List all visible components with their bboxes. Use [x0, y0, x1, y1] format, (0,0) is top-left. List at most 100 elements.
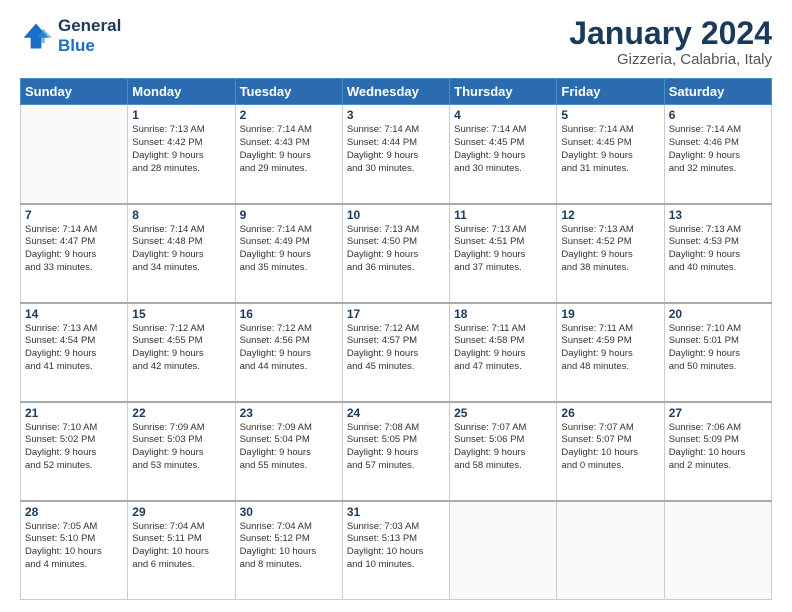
day-info: Sunrise: 7:04 AM Sunset: 5:11 PM Dayligh… [132, 521, 230, 572]
calendar-cell: 11 Sunrise: 7:13 AM Sunset: 4:51 PM Dayli… [450, 204, 557, 303]
day-number: 6 [669, 108, 767, 122]
col-wednesday: Wednesday [342, 79, 449, 105]
calendar-cell: 14 Sunrise: 7:13 AM Sunset: 4:54 PM Dayli… [21, 303, 128, 402]
day-number: 23 [240, 406, 338, 420]
day-number: 26 [561, 406, 659, 420]
calendar-cell: 4 Sunrise: 7:14 AM Sunset: 4:45 PM Daylig… [450, 105, 557, 204]
calendar-cell: 30 Sunrise: 7:04 AM Sunset: 5:12 PM Dayli… [235, 501, 342, 600]
day-info: Sunrise: 7:14 AM Sunset: 4:44 PM Dayligh… [347, 124, 445, 175]
day-number: 19 [561, 307, 659, 321]
day-number: 22 [132, 406, 230, 420]
day-number: 2 [240, 108, 338, 122]
calendar-cell: 22Sunrise: 7:09 AM Sunset: 5:03 PM Dayli… [128, 402, 235, 501]
day-number: 5 [561, 108, 659, 122]
day-number: 16 [240, 307, 338, 321]
day-info: Sunrise: 7:05 AM Sunset: 5:10 PM Dayligh… [25, 521, 123, 572]
day-info: Sunrise: 7:08 AM Sunset: 5:05 PM Dayligh… [347, 422, 445, 473]
logo: General Blue [20, 16, 121, 55]
col-saturday: Saturday [664, 79, 771, 105]
day-info: Sunrise: 7:06 AM Sunset: 5:09 PM Dayligh… [669, 422, 767, 473]
day-number: 11 [454, 208, 552, 222]
day-number: 31 [347, 505, 445, 519]
day-info: Sunrise: 7:12 AM Sunset: 4:57 PM Dayligh… [347, 323, 445, 374]
title-block: January 2024 Gizzeria, Calabria, Italy [569, 16, 772, 68]
day-info: Sunrise: 7:14 AM Sunset: 4:43 PM Dayligh… [240, 124, 338, 175]
day-info: Sunrise: 7:13 AM Sunset: 4:53 PM Dayligh… [669, 224, 767, 275]
day-info: Sunrise: 7:13 AM Sunset: 4:52 PM Dayligh… [561, 224, 659, 275]
calendar-cell: 10 Sunrise: 7:13 AM Sunset: 4:50 PM Dayli… [342, 204, 449, 303]
calendar-cell: 7Sunrise: 7:14 AM Sunset: 4:47 PM Daylig… [21, 204, 128, 303]
day-number: 8 [132, 208, 230, 222]
day-number: 28 [25, 505, 123, 519]
calendar-cell: 9 Sunrise: 7:14 AM Sunset: 4:49 PM Daylig… [235, 204, 342, 303]
calendar-cell: 29 Sunrise: 7:04 AM Sunset: 5:11 PM Dayli… [128, 501, 235, 600]
day-number: 9 [240, 208, 338, 222]
day-number: 30 [240, 505, 338, 519]
page: General Blue January 2024 Gizzeria, Cala… [0, 0, 792, 612]
calendar-week-row-2: 7Sunrise: 7:14 AM Sunset: 4:47 PM Daylig… [21, 204, 772, 303]
col-friday: Friday [557, 79, 664, 105]
day-number: 13 [669, 208, 767, 222]
day-info: Sunrise: 7:13 AM Sunset: 4:54 PM Dayligh… [25, 323, 123, 374]
col-thursday: Thursday [450, 79, 557, 105]
day-info: Sunrise: 7:12 AM Sunset: 4:55 PM Dayligh… [132, 323, 230, 374]
day-number: 29 [132, 505, 230, 519]
day-number: 27 [669, 406, 767, 420]
subtitle: Gizzeria, Calabria, Italy [569, 51, 772, 68]
calendar-cell: 17 Sunrise: 7:12 AM Sunset: 4:57 PM Dayli… [342, 303, 449, 402]
day-info: Sunrise: 7:04 AM Sunset: 5:12 PM Dayligh… [240, 521, 338, 572]
day-number: 12 [561, 208, 659, 222]
calendar-cell: 1 Sunrise: 7:13 AM Sunset: 4:42 PM Daylig… [128, 105, 235, 204]
day-number: 18 [454, 307, 552, 321]
calendar-cell [664, 501, 771, 600]
day-number: 24 [347, 406, 445, 420]
calendar-cell: 12 Sunrise: 7:13 AM Sunset: 4:52 PM Dayli… [557, 204, 664, 303]
day-number: 20 [669, 307, 767, 321]
header: General Blue January 2024 Gizzeria, Cala… [20, 16, 772, 68]
day-number: 10 [347, 208, 445, 222]
day-info: Sunrise: 7:07 AM Sunset: 5:07 PM Dayligh… [561, 422, 659, 473]
calendar-week-row-3: 14 Sunrise: 7:13 AM Sunset: 4:54 PM Dayli… [21, 303, 772, 402]
calendar-cell: 5Sunrise: 7:14 AM Sunset: 4:45 PM Daylig… [557, 105, 664, 204]
calendar-cell: 24 Sunrise: 7:08 AM Sunset: 5:05 PM Dayli… [342, 402, 449, 501]
calendar-cell: 25 Sunrise: 7:07 AM Sunset: 5:06 PM Dayli… [450, 402, 557, 501]
col-sunday: Sunday [21, 79, 128, 105]
calendar-cell: 3Sunrise: 7:14 AM Sunset: 4:44 PM Daylig… [342, 105, 449, 204]
day-number: 17 [347, 307, 445, 321]
day-info: Sunrise: 7:14 AM Sunset: 4:48 PM Dayligh… [132, 224, 230, 275]
day-info: Sunrise: 7:11 AM Sunset: 4:59 PM Dayligh… [561, 323, 659, 374]
day-info: Sunrise: 7:13 AM Sunset: 4:51 PM Dayligh… [454, 224, 552, 275]
day-number: 1 [132, 108, 230, 122]
day-number: 25 [454, 406, 552, 420]
calendar-cell: 20Sunrise: 7:10 AM Sunset: 5:01 PM Dayli… [664, 303, 771, 402]
logo-icon [20, 20, 52, 52]
day-info: Sunrise: 7:14 AM Sunset: 4:45 PM Dayligh… [454, 124, 552, 175]
calendar-cell: 31Sunrise: 7:03 AM Sunset: 5:13 PM Dayli… [342, 501, 449, 600]
calendar-cell: 26 Sunrise: 7:07 AM Sunset: 5:07 PM Dayli… [557, 402, 664, 501]
day-info: Sunrise: 7:13 AM Sunset: 4:42 PM Dayligh… [132, 124, 230, 175]
calendar-table: Sunday Monday Tuesday Wednesday Thursday… [20, 78, 772, 600]
calendar-cell: 15 Sunrise: 7:12 AM Sunset: 4:55 PM Dayli… [128, 303, 235, 402]
calendar-cell: 21Sunrise: 7:10 AM Sunset: 5:02 PM Dayli… [21, 402, 128, 501]
day-number: 14 [25, 307, 123, 321]
col-tuesday: Tuesday [235, 79, 342, 105]
day-info: Sunrise: 7:13 AM Sunset: 4:50 PM Dayligh… [347, 224, 445, 275]
calendar-cell: 27 Sunrise: 7:06 AM Sunset: 5:09 PM Dayli… [664, 402, 771, 501]
calendar-cell [21, 105, 128, 204]
calendar-cell [557, 501, 664, 600]
calendar-cell: 18 Sunrise: 7:11 AM Sunset: 4:58 PM Dayli… [450, 303, 557, 402]
calendar-cell: 16Sunrise: 7:12 AM Sunset: 4:56 PM Dayli… [235, 303, 342, 402]
col-monday: Monday [128, 79, 235, 105]
day-info: Sunrise: 7:11 AM Sunset: 4:58 PM Dayligh… [454, 323, 552, 374]
day-number: 4 [454, 108, 552, 122]
day-number: 15 [132, 307, 230, 321]
calendar-week-row-1: 1 Sunrise: 7:13 AM Sunset: 4:42 PM Daylig… [21, 105, 772, 204]
calendar-week-row-4: 21Sunrise: 7:10 AM Sunset: 5:02 PM Dayli… [21, 402, 772, 501]
calendar-cell: 28 Sunrise: 7:05 AM Sunset: 5:10 PM Dayli… [21, 501, 128, 600]
day-info: Sunrise: 7:14 AM Sunset: 4:46 PM Dayligh… [669, 124, 767, 175]
calendar-cell: 8 Sunrise: 7:14 AM Sunset: 4:48 PM Daylig… [128, 204, 235, 303]
calendar-cell: 6 Sunrise: 7:14 AM Sunset: 4:46 PM Daylig… [664, 105, 771, 204]
day-info: Sunrise: 7:14 AM Sunset: 4:49 PM Dayligh… [240, 224, 338, 275]
day-info: Sunrise: 7:10 AM Sunset: 5:02 PM Dayligh… [25, 422, 123, 473]
day-info: Sunrise: 7:07 AM Sunset: 5:06 PM Dayligh… [454, 422, 552, 473]
